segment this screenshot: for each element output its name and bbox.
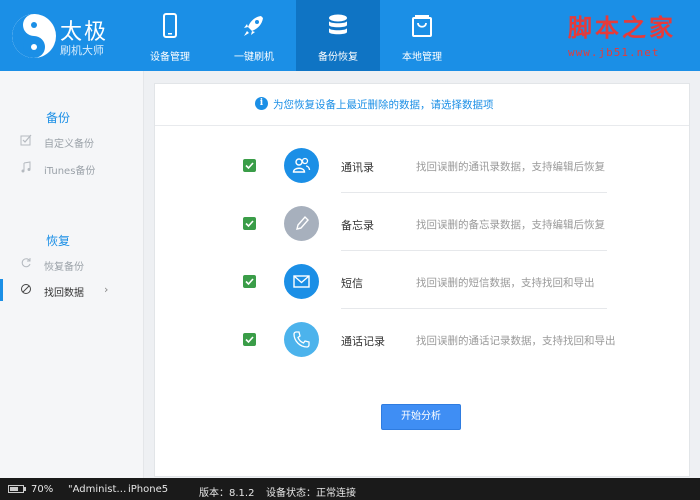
item-description: 找回误删的备忘录数据，支持编辑后恢复 [416,219,605,231]
start-analysis-button[interactable]: 开始分析 [381,404,461,430]
item-title: 通话记录 [341,335,385,348]
sidebar-item-label: 自定义备份 [44,139,94,150]
recover-panel: i 为您恢复设备上最近删除的数据，请选择数据项 通讯录 找回误删的通讯录数据，支… [154,83,690,477]
sidebar-item-custom-backup[interactable]: 自定义备份 [0,130,144,152]
contacts-checkbox[interactable] [243,159,256,172]
phone-call-icon [284,322,319,357]
notice-text: 为您恢复设备上最近删除的数据，请选择数据项 [273,99,494,111]
checkmark-icon [245,220,254,228]
tab-label: 备份恢复 [318,52,358,63]
data-item-contacts: 通讯录 找回误删的通讯录数据，支持编辑后恢复 [155,137,689,195]
sidebar-item-recover-data[interactable]: 找回数据 › [0,279,144,301]
database-icon [329,14,347,35]
data-item-memo: 备忘录 找回误删的备忘录数据，支持编辑后恢复 [155,195,689,253]
device-model: iPhone5 [128,484,169,495]
sidebar-item-label: iTunes备份 [44,166,96,177]
device-name: "Administ… [68,484,127,495]
tab-one-click-flash[interactable]: 一键刷机 [212,0,296,71]
sidebar-heading-backup: 备份 [46,111,71,125]
item-title: 备忘录 [341,219,374,232]
sidebar-item-restore-backup[interactable]: 恢复备份 [0,253,144,275]
device-status: 设备状态：正常连接 [266,488,356,499]
info-icon: i [255,97,268,110]
tab-device-management[interactable]: 设备管理 [128,0,212,71]
tab-label: 一键刷机 [234,52,274,63]
data-item-call-log: 通话记录 找回误删的通话记录数据，支持找回和导出 [155,311,689,369]
sidebar: 备份 自定义备份 iTunes备份 恢复 恢复备份 找回数据 › [0,71,144,478]
item-title: 通讯录 [341,161,374,174]
sidebar-heading-restore: 恢复 [46,234,71,248]
taiji-logo-icon [12,14,56,58]
item-description: 找回误删的短信数据，支持找回和导出 [416,277,595,289]
item-description: 找回误删的通话记录数据，支持找回和导出 [416,335,616,347]
tab-label: 本地管理 [402,52,442,63]
rocket-icon [244,16,263,36]
battery-icon [8,485,26,493]
item-title: 短信 [341,277,363,290]
checkmark-icon [245,278,254,286]
envelope-icon [284,264,319,299]
tab-backup-restore[interactable]: 备份恢复 [296,0,380,71]
contacts-icon [284,148,319,183]
phone-icon [163,13,177,38]
row-divider [341,192,607,193]
music-note-icon [21,161,31,173]
battery-percent: 70% [31,484,54,495]
tab-label: 设备管理 [150,52,190,63]
top-header: 太极 刷机大师 设备管理 一键刷机 备份恢复 本地管理 脚本之家 www.jb5… [0,0,700,71]
sms-checkbox[interactable] [243,275,256,288]
checkmark-icon [245,336,254,344]
checkmark-icon [245,162,254,170]
bag-icon [412,15,432,37]
checkbox-icon [20,134,32,146]
pencil-icon [284,206,319,241]
item-description: 找回误删的通讯录数据，支持编辑后恢复 [416,161,605,173]
memo-checkbox[interactable] [243,217,256,230]
notice-bar: i 为您恢复设备上最近删除的数据，请选择数据项 [155,84,689,126]
search-icon [21,284,31,294]
sidebar-item-label: 恢复备份 [44,262,84,273]
sidebar-item-itunes-backup[interactable]: iTunes备份 [0,157,144,179]
active-indicator [0,279,3,301]
chevron-right-icon: › [104,283,109,296]
restore-icon [21,258,31,268]
call-log-checkbox[interactable] [243,333,256,346]
row-divider [341,308,607,309]
watermark-logo: 脚本之家 [568,13,676,42]
row-divider [341,250,607,251]
data-item-sms: 短信 找回误删的短信数据，支持找回和导出 [155,253,689,311]
tab-local-management[interactable]: 本地管理 [380,0,464,71]
watermark-url: www.jb51.net [568,46,660,59]
sidebar-item-label: 找回数据 [44,288,84,299]
firmware-version: 版本：8.1.2 [199,488,255,499]
status-bar: 70% "Administ… iPhone5 版本：8.1.2 设备状态：正常连… [0,478,700,500]
app-subtitle: 刷机大师 [60,44,104,57]
